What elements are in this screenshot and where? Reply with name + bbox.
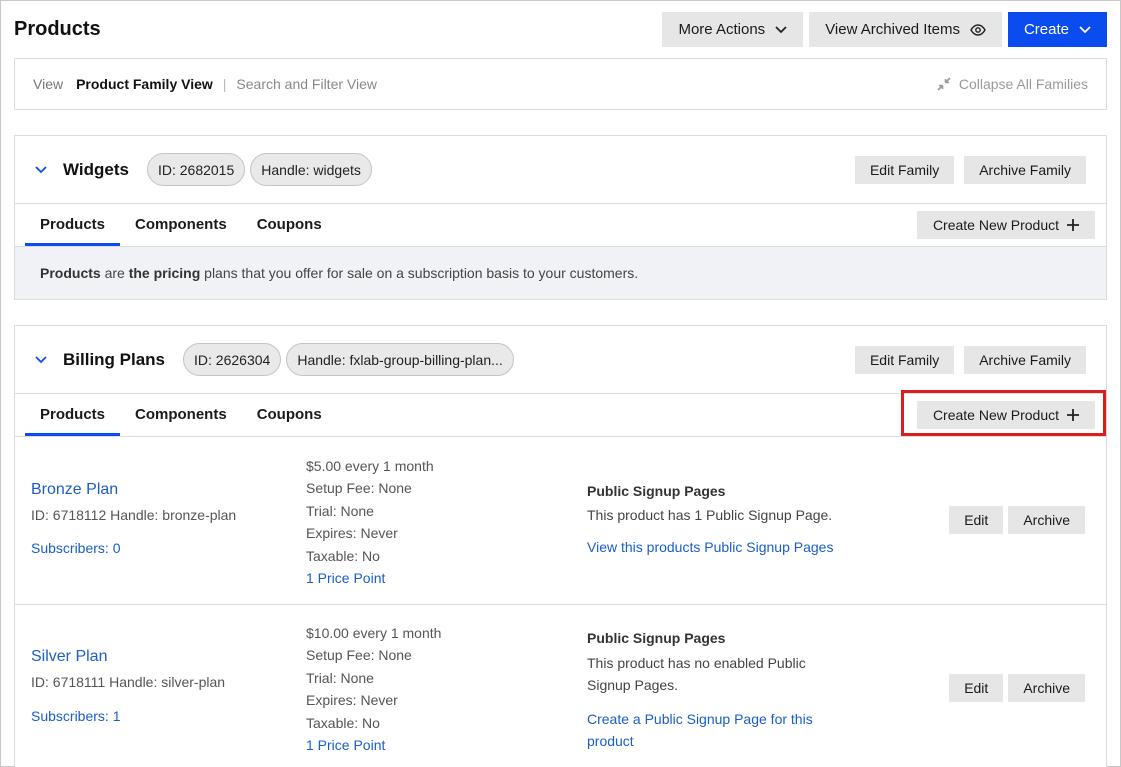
search-filter-view-link[interactable]: Search and Filter View (236, 76, 377, 92)
expires: Expires: Never (306, 692, 398, 709)
family-toggle-chevron-icon[interactable] (35, 165, 47, 174)
create-new-product-label: Create New Product (932, 217, 1059, 233)
tab-components[interactable]: Components (120, 393, 242, 436)
edit-product-button[interactable]: Edit (949, 674, 1004, 702)
taxable: Taxable: No (306, 547, 380, 564)
signup-text: This product has 1 Public Signup Page. (587, 507, 833, 523)
view-separator: | (222, 76, 227, 92)
collapse-all-label: Collapse All Families (958, 76, 1088, 92)
price-points-link[interactable]: 1 Price Point (306, 567, 434, 589)
subscribers-link[interactable]: Subscribers: 0 (31, 540, 120, 556)
archive-product-button[interactable]: Archive (1008, 674, 1085, 702)
collapse-icon (937, 77, 951, 91)
subscribers-link[interactable]: Subscribers: 1 (31, 708, 120, 724)
signup-text: This product has no enabled Public Signu… (587, 654, 806, 694)
page-title: Products (14, 18, 101, 40)
chevron-down-icon (775, 25, 787, 33)
view-label: View (33, 76, 64, 92)
tab-components[interactable]: Components (120, 203, 242, 246)
tab-products[interactable]: Products (25, 203, 121, 246)
tab-coupons[interactable]: Coupons (242, 203, 337, 246)
price-points-link[interactable]: 1 Price Point (306, 734, 441, 756)
archive-family-button[interactable]: Archive Family (964, 345, 1086, 374)
view-archived-button[interactable]: View Archived Items (809, 12, 1002, 47)
family-name: Widgets (63, 159, 129, 179)
product-id-handle: ID: 6718112 Handle: bronze-plan (31, 507, 237, 523)
taxable: Taxable: No (306, 714, 380, 731)
trial: Trial: None (306, 669, 374, 686)
info-text: Products are the pricing plans that you … (40, 265, 639, 281)
family-tabs: Products Components Coupons Create New P… (15, 204, 1106, 247)
family-actions: Edit Family Archive Family (854, 155, 1086, 184)
product-name-link[interactable]: Bronze Plan (31, 481, 118, 499)
product-actions: Edit Archive (949, 506, 1085, 534)
family-header: Widgets ID: 2682015 Handle: widgets Edit… (15, 136, 1106, 204)
expires: Expires: Never (306, 525, 398, 542)
product-family-widgets: Widgets ID: 2682015 Handle: widgets Edit… (14, 135, 1107, 300)
header-actions: More Actions View Archived Items Create (662, 12, 1107, 47)
chevron-down-icon (1079, 25, 1091, 33)
collapse-all-families-button[interactable]: Collapse All Families (937, 76, 1088, 92)
signup-title: Public Signup Pages (587, 483, 726, 499)
family-id-pill: ID: 2682015 (146, 153, 246, 186)
more-actions-label: More Actions (678, 21, 766, 38)
family-id-pill: ID: 2626304 (183, 343, 282, 376)
price: $10.00 every 1 month (306, 625, 442, 641)
signup-title: Public Signup Pages (587, 630, 726, 646)
family-handle-pill: Handle: fxlab-group-billing-plan... (286, 343, 514, 376)
product-row: Bronze Plan ID: 6718112 Handle: bronze-p… (15, 437, 1106, 605)
archive-product-button[interactable]: Archive (1008, 506, 1085, 534)
archive-family-button[interactable]: Archive Family (964, 155, 1086, 184)
family-handle-pill: Handle: widgets (250, 153, 372, 186)
pricing-details: $10.00 every 1 month Setup Fee: None Tri… (306, 622, 441, 756)
family-toggle-chevron-icon[interactable] (35, 355, 47, 364)
edit-family-button[interactable]: Edit Family (854, 155, 955, 184)
view-archived-label: View Archived Items (825, 21, 960, 38)
tab-coupons[interactable]: Coupons (242, 393, 337, 436)
public-signup-section: Public Signup Pages This product has 1 P… (587, 483, 847, 555)
setup-fee: Setup Fee: None (306, 480, 412, 497)
pricing-details: $5.00 every 1 month Setup Fee: None Tria… (306, 455, 434, 589)
product-row: Silver Plan ID: 6718111 Handle: silver-p… (15, 605, 1106, 767)
highlight-box (901, 390, 1106, 436)
signup-link[interactable]: Create a Public Signup Page for this pro… (587, 708, 847, 753)
family-header: Billing Plans ID: 2626304 Handle: fxlab-… (15, 326, 1106, 394)
eye-icon (970, 23, 986, 36)
tab-products[interactable]: Products (25, 393, 121, 436)
products-info-bar: Products are the pricing plans that you … (15, 247, 1106, 299)
create-label: Create (1023, 21, 1069, 38)
family-actions: Edit Family Archive Family (854, 345, 1086, 374)
edit-product-button[interactable]: Edit (949, 506, 1004, 534)
signup-link[interactable]: View this products Public Signup Pages (587, 539, 847, 555)
product-family-view-link[interactable]: Product Family View (76, 76, 213, 92)
plus-icon (1067, 219, 1079, 231)
product-id-handle: ID: 6718111 Handle: silver-plan (31, 674, 226, 690)
edit-family-button[interactable]: Edit Family (854, 345, 955, 374)
family-name: Billing Plans (63, 349, 166, 369)
create-button[interactable]: Create (1007, 12, 1107, 47)
create-new-product-button[interactable]: Create New Product (916, 211, 1095, 239)
view-switcher-bar: View Product Family View | Search and Fi… (14, 58, 1107, 110)
more-actions-button[interactable]: More Actions (662, 12, 804, 47)
price: $5.00 every 1 month (306, 458, 434, 474)
trial: Trial: None (306, 502, 374, 519)
public-signup-section: Public Signup Pages This product has no … (587, 627, 847, 753)
setup-fee: Setup Fee: None (306, 647, 412, 664)
product-name-link[interactable]: Silver Plan (31, 648, 107, 666)
product-actions: Edit Archive (949, 674, 1085, 702)
